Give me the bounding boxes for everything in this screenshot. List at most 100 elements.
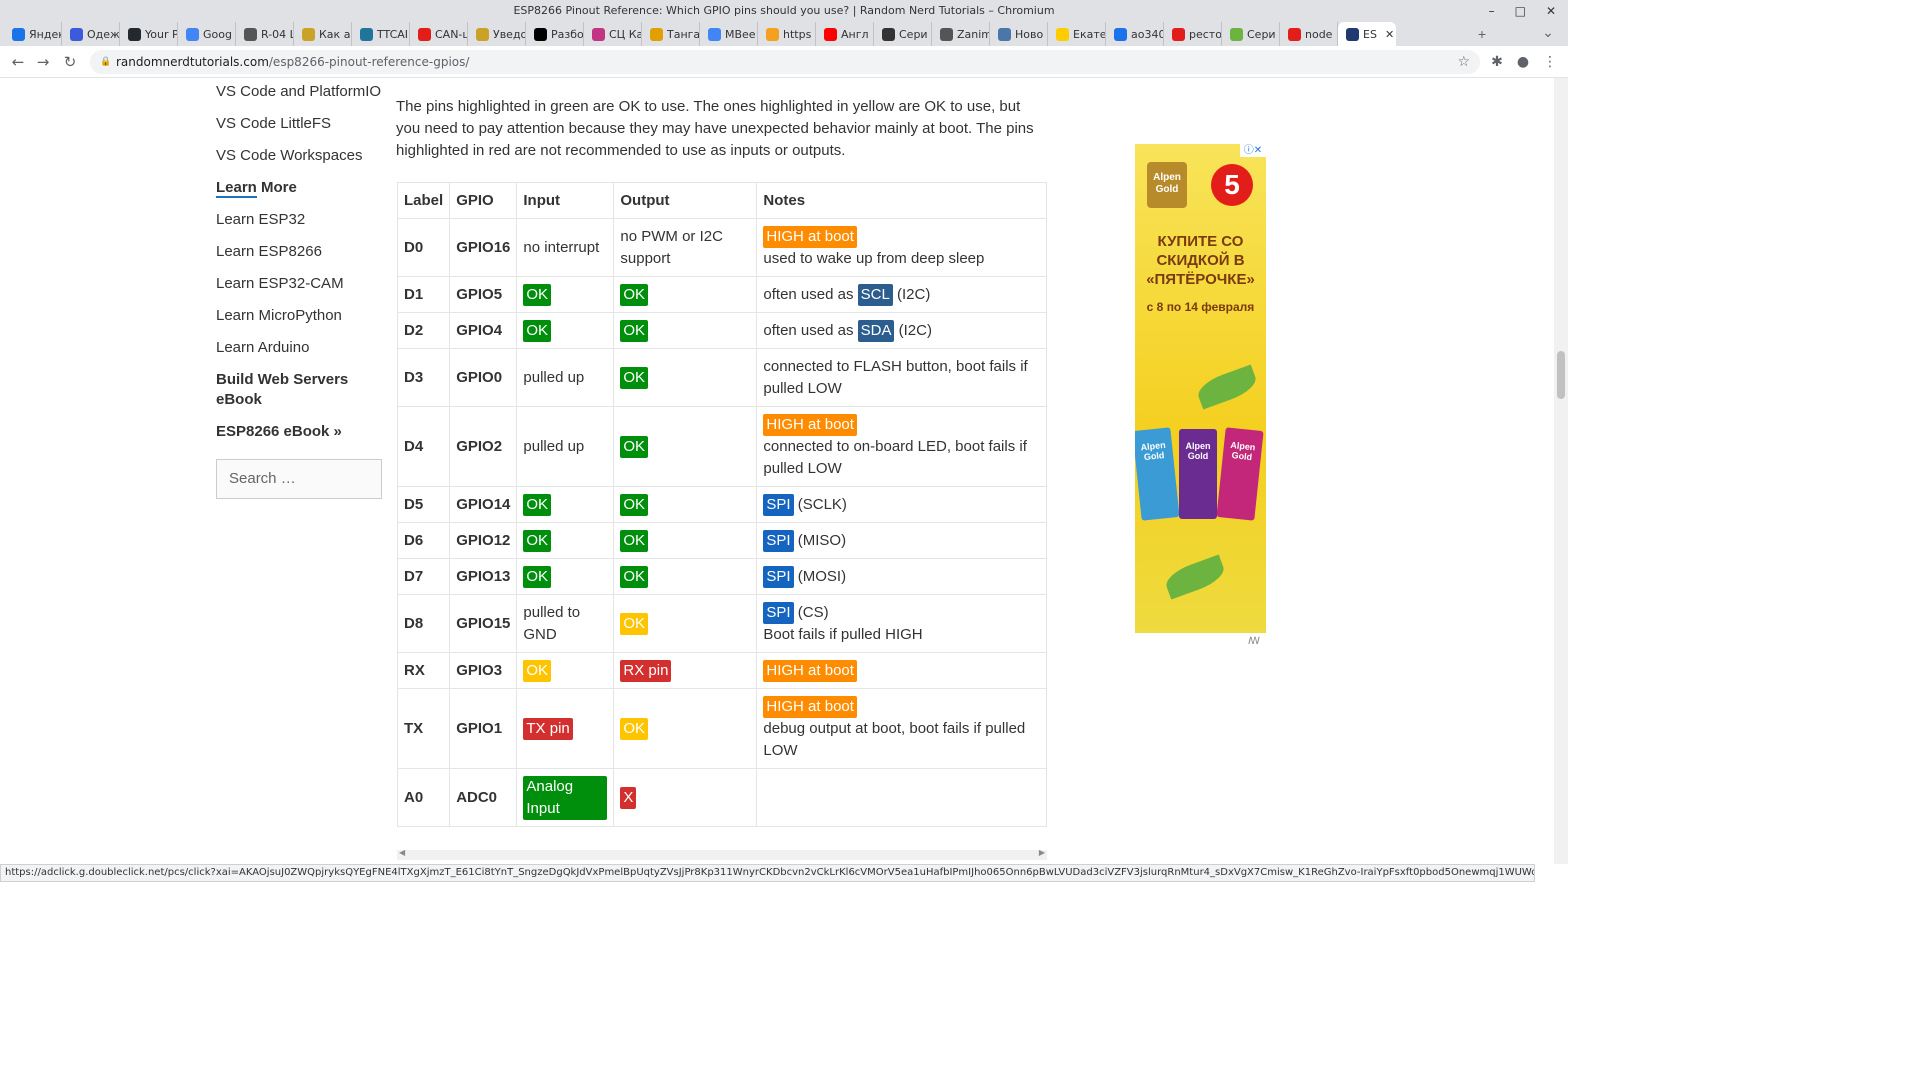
tab-item[interactable]: Яндекс bbox=[4, 22, 62, 46]
input-cell: TX pin bbox=[516, 688, 615, 769]
tab-item[interactable]: Сери bbox=[1222, 22, 1280, 46]
pin-label: D6 bbox=[396, 522, 451, 559]
status-badge: OK bbox=[620, 283, 649, 306]
sidebar-link[interactable]: Learn ESP32-CAM bbox=[216, 270, 386, 302]
tab-item[interactable]: Goog bbox=[178, 22, 236, 46]
tab-label: CAN-ц bbox=[435, 27, 468, 41]
sidebar-link-label: Learn bbox=[216, 179, 257, 198]
pin-label: D2 bbox=[396, 312, 451, 349]
output-cell: OK bbox=[613, 486, 758, 523]
tab-favicon-icon bbox=[360, 27, 373, 41]
output-cell: OK bbox=[613, 688, 758, 769]
tab-item[interactable]: CAN-ц bbox=[410, 22, 468, 46]
scroll-left-icon[interactable]: ◀ bbox=[399, 848, 405, 857]
tab-item[interactable]: Одеж bbox=[62, 22, 120, 46]
tab-item[interactable]: Англ bbox=[816, 22, 874, 46]
minimize-icon[interactable]: – bbox=[1489, 0, 1495, 22]
close-window-icon[interactable]: ✕ bbox=[1546, 0, 1556, 22]
sidebar-link-label: Learn Arduino bbox=[216, 339, 310, 356]
bookmark-star-icon[interactable]: ☆ bbox=[1457, 50, 1470, 74]
sidebar-link[interactable]: Learn Arduino bbox=[216, 334, 386, 366]
tab-item[interactable]: Как а bbox=[294, 22, 352, 46]
ad-close-icon[interactable]: ⓘ✕ bbox=[1240, 144, 1266, 157]
lock-icon[interactable]: 🔒 bbox=[100, 50, 111, 74]
maximize-icon[interactable]: □ bbox=[1515, 0, 1526, 22]
profile-icon[interactable]: ● bbox=[1513, 52, 1533, 72]
status-badge: TX pin bbox=[523, 717, 573, 740]
sidebar-link[interactable]: VS Code LittleFS bbox=[216, 110, 386, 142]
tab-favicon-icon bbox=[882, 27, 895, 41]
status-badge: HIGH at boot bbox=[763, 695, 857, 718]
table-horizontal-scrollbar[interactable]: ◀ ▶ bbox=[397, 848, 1047, 860]
tab-item[interactable]: Уведо bbox=[468, 22, 526, 46]
gpio-number: GPIO1 bbox=[449, 688, 518, 769]
extensions-icon[interactable]: ✱ bbox=[1487, 52, 1507, 72]
reload-icon[interactable]: ↻ bbox=[60, 52, 80, 72]
tab-item[interactable]: ресто bbox=[1164, 22, 1222, 46]
tab-item[interactable]: Ново bbox=[990, 22, 1048, 46]
scrollbar-thumb[interactable] bbox=[1557, 351, 1565, 399]
tab-item[interactable]: node bbox=[1280, 22, 1338, 46]
advertisement-banner[interactable]: Alpen Gold 5 КУПИТЕ СО СКИДКОЙ В «ПЯТЁРО… bbox=[1135, 144, 1266, 633]
pinout-table: Label GPIO Input Output Notes D0 GPIO16 no… bbox=[396, 182, 1047, 827]
tab-favicon-icon bbox=[186, 27, 199, 41]
cell-text: no interrupt bbox=[523, 238, 600, 256]
search-input[interactable]: Search … bbox=[216, 459, 382, 499]
status-badge: OK bbox=[620, 493, 649, 516]
browser-toolbar: ← → ↻ 🔒 randomnerdtutorials.com/esp8266-… bbox=[0, 46, 1568, 78]
tab-favicon-icon bbox=[1230, 27, 1243, 41]
tab-item[interactable]: Екате bbox=[1048, 22, 1106, 46]
sidebar-link[interactable]: Learn MicroPython bbox=[216, 302, 386, 334]
new-tab-icon[interactable]: + bbox=[1472, 24, 1492, 44]
input-cell: OK bbox=[516, 276, 615, 313]
tab-item[interactable]: Танга bbox=[642, 22, 700, 46]
back-icon[interactable]: ← bbox=[8, 52, 28, 72]
cell-text: pulled up bbox=[523, 437, 585, 455]
tab-item[interactable]: ao340 bbox=[1106, 22, 1164, 46]
input-cell: OK bbox=[516, 558, 615, 595]
sidebar-link[interactable]: Learn ESP8266 bbox=[216, 238, 386, 270]
tab-item[interactable]: Zanim bbox=[932, 22, 990, 46]
status-badge: OK bbox=[523, 493, 552, 516]
scroll-right-icon[interactable]: ▶ bbox=[1039, 848, 1045, 857]
output-cell: OK bbox=[613, 558, 758, 595]
status-badge: SPI bbox=[763, 565, 794, 588]
sidebar-link[interactable]: Build Web Servers eBook bbox=[216, 366, 386, 418]
forward-icon[interactable]: → bbox=[33, 52, 53, 72]
address-bar[interactable]: 🔒 randomnerdtutorials.com/esp8266-pinout… bbox=[90, 50, 1480, 74]
sidebar-link[interactable]: VS Code Workspaces bbox=[216, 142, 386, 174]
tab-search-icon[interactable]: ⌄ bbox=[1538, 22, 1558, 42]
tab-item[interactable]: Разбо bbox=[526, 22, 584, 46]
cell-text: pulled up bbox=[523, 368, 585, 386]
notes-cell: HIGH at boot debug output at boot, boot f… bbox=[756, 688, 1047, 769]
close-tab-icon[interactable]: ✕ bbox=[1385, 28, 1394, 41]
tab-item[interactable]: Сери bbox=[874, 22, 932, 46]
pin-label: A0 bbox=[396, 768, 451, 827]
sidebar-link[interactable]: ESP8266 eBook » bbox=[216, 418, 386, 450]
notes-cell: HIGH at boot used to wake up from deep sl… bbox=[756, 218, 1047, 277]
sidebar-link[interactable]: Learn ESP32 bbox=[216, 206, 386, 238]
tab-item[interactable]: R-04 L bbox=[236, 22, 294, 46]
sidebar-link[interactable]: VS Code and PlatformIO bbox=[216, 78, 386, 110]
tab-favicon-icon bbox=[1172, 27, 1185, 41]
status-badge: OK bbox=[620, 319, 649, 342]
cell-text: no PWM or I2C support bbox=[620, 227, 723, 267]
tab-item[interactable]: СЦ Ка bbox=[584, 22, 642, 46]
tab-favicon-icon bbox=[1114, 27, 1127, 41]
gpio-number: GPIO15 bbox=[449, 594, 518, 653]
notes-cell: HIGH at boot connected to on-board LED, b… bbox=[756, 406, 1047, 487]
tab-item[interactable]: https bbox=[758, 22, 816, 46]
tab-item[interactable]: MBee bbox=[700, 22, 758, 46]
status-badge: SPI bbox=[763, 601, 794, 624]
vertical-scrollbar[interactable] bbox=[1554, 78, 1568, 864]
tab-item[interactable]: TTCAI bbox=[352, 22, 410, 46]
gpio-number: GPIO4 bbox=[449, 312, 518, 349]
tab-label: Как а bbox=[319, 27, 351, 41]
tab-item[interactable]: ES ✕ bbox=[1338, 22, 1396, 46]
sidebar-link[interactable]: Learn More bbox=[216, 174, 386, 206]
tab-item[interactable]: Your P bbox=[120, 22, 178, 46]
menu-icon[interactable]: ⋮ bbox=[1540, 52, 1560, 72]
status-badge: OK bbox=[523, 319, 552, 342]
ad-brand-logo: Alpen Gold bbox=[1147, 162, 1187, 208]
notes-cell: SPI (CS) Boot fails if pulled HIGH bbox=[756, 594, 1047, 653]
